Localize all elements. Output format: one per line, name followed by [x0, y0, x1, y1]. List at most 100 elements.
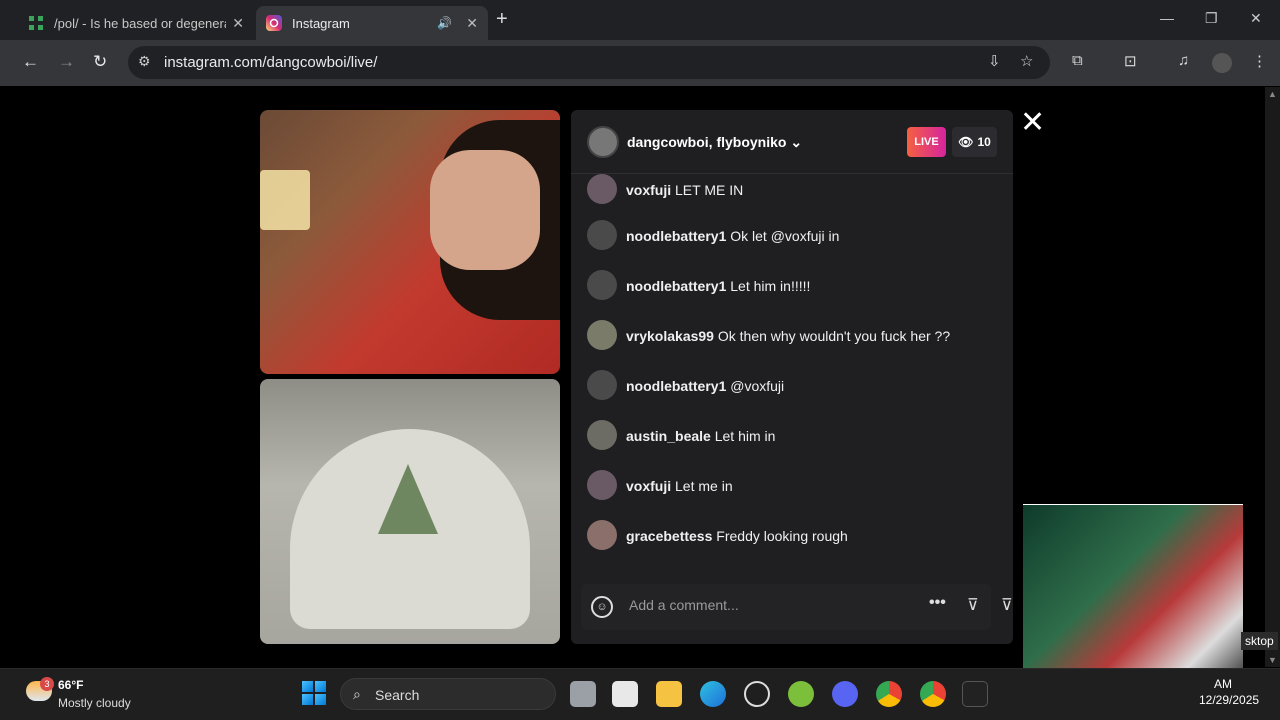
bookmark-star-icon[interactable]: ☆ — [1020, 52, 1033, 70]
comment-body: Let him in — [714, 428, 776, 444]
comment-text: austin_beale Let him in — [626, 428, 775, 444]
close-live-icon[interactable]: ✕ — [1020, 105, 1045, 140]
comment-username[interactable]: gracebettess — [626, 528, 712, 544]
more-options-icon[interactable]: ••• — [929, 594, 946, 612]
comment-username[interactable]: vrykolakas99 — [626, 328, 714, 344]
browser-tab-bar: /pol/ - Is he based or degenera ✕ Instag… — [0, 0, 1280, 40]
media-controls-icon[interactable]: ♫ — [1178, 52, 1189, 69]
comment-body: Let him in!!!!! — [730, 278, 811, 294]
emoji-icon[interactable]: ☺ — [591, 596, 613, 618]
commenter-avatar[interactable] — [587, 174, 617, 204]
restore-icon[interactable]: ❐ — [1205, 10, 1218, 27]
menu-icon[interactable]: ⋮ — [1252, 52, 1267, 70]
tab-title: /pol/ - Is he based or degenera — [54, 15, 227, 31]
address-bar[interactable]: ⚙ instagram.com/dangcowboi/live/ ⇩ ☆ — [128, 46, 1050, 79]
chatgpt-icon[interactable] — [744, 681, 770, 707]
comment-username[interactable]: austin_beale — [626, 428, 711, 444]
app-icon[interactable] — [962, 681, 988, 707]
page-scrollbar[interactable]: ▲ ▼ — [1265, 87, 1280, 667]
close-window-icon[interactable]: ✕ — [1250, 10, 1262, 27]
windows-logo-pane — [315, 681, 326, 692]
task-view-icon[interactable] — [570, 681, 596, 707]
live-chat-panel: dangcowboi, flyboyniko ⌄ LIVE 👁 10 voxfuj… — [571, 110, 1013, 644]
host-avatar[interactable] — [587, 126, 619, 158]
notification-badge: 3 — [40, 677, 54, 691]
commenter-avatar[interactable] — [587, 320, 617, 350]
pol-favicon-icon — [28, 15, 44, 31]
weather-widget[interactable]: 3 66°F Mostly cloudy — [20, 675, 200, 715]
comment-text: voxfuji Let me in — [626, 478, 733, 494]
share-icon[interactable]: ⊽ — [1001, 595, 1013, 615]
comment-input[interactable] — [629, 597, 889, 613]
comment-username[interactable]: voxfuji — [626, 182, 671, 198]
edge-icon[interactable] — [700, 681, 726, 707]
clock-date[interactable]: 12/29/2025 — [1199, 693, 1259, 707]
chevron-down-icon[interactable]: ⌄ — [790, 134, 802, 150]
comment-row: austin_beale Let him in — [587, 420, 987, 452]
host-names-text: dangcowboi, flyboyniko — [627, 134, 787, 150]
comment-row: gracebettess Freddy looking rough — [587, 520, 987, 552]
comment-body: Let me in — [675, 478, 733, 494]
comment-username[interactable]: voxfuji — [626, 478, 671, 494]
comment-body: Ok then why wouldn't you fuck her ?? — [717, 328, 951, 344]
taskbar-search[interactable]: ⌕ Search — [340, 678, 556, 710]
commenter-avatar[interactable] — [587, 220, 617, 250]
utorrent-icon[interactable] — [788, 681, 814, 707]
comment-username[interactable]: noodlebattery1 — [626, 228, 726, 244]
store-icon[interactable] — [612, 681, 638, 707]
reload-icon[interactable]: ↻ — [93, 52, 107, 72]
comment-row: voxfuji Let me in — [587, 470, 987, 502]
tab-pol[interactable]: /pol/ - Is he based or degenera ✕ — [18, 6, 254, 40]
commenter-avatar[interactable] — [587, 370, 617, 400]
extensions-icon[interactable]: ⧉ — [1072, 52, 1083, 69]
host-video-1 — [260, 110, 560, 374]
speaker-icon[interactable]: 🔊 — [437, 16, 452, 30]
send-icon[interactable]: ⊽ — [967, 595, 979, 615]
comment-text: noodlebattery1 @voxfuji — [626, 378, 784, 394]
chrome-icon[interactable] — [876, 681, 902, 707]
search-icon: ⌕ — [353, 686, 361, 702]
comment-text: noodlebattery1 Ok let @voxfuji in — [626, 228, 839, 244]
comment-body: LET ME IN — [675, 182, 744, 198]
tab-instagram[interactable]: Instagram 🔊 ✕ — [256, 6, 488, 40]
commenter-avatar[interactable] — [587, 470, 617, 500]
comment-text: vrykolakas99 Ok then why wouldn't you fu… — [626, 328, 950, 344]
file-explorer-icon[interactable] — [656, 681, 682, 707]
windows-logo-pane — [315, 694, 326, 705]
host-names[interactable]: dangcowboi, flyboyniko ⌄ — [627, 134, 802, 151]
live-header: dangcowboi, flyboyniko ⌄ LIVE 👁 10 — [571, 110, 1013, 174]
commenter-avatar[interactable] — [587, 520, 617, 550]
discord-icon[interactable] — [832, 681, 858, 707]
weather-temp: 66°F — [58, 678, 84, 692]
install-app-icon[interactable]: ⇩ — [988, 52, 1001, 70]
search-label: Search — [375, 687, 420, 703]
start-button[interactable] — [302, 681, 326, 705]
scroll-down-icon[interactable]: ▼ — [1268, 655, 1277, 665]
minimize-icon[interactable]: — — [1160, 10, 1174, 26]
commenter-avatar[interactable] — [587, 420, 617, 450]
forward-icon[interactable]: → — [58, 52, 75, 72]
comment-row: noodlebattery1 @voxfuji — [587, 370, 987, 402]
back-icon[interactable]: ← — [22, 52, 39, 72]
weather-desc: Mostly cloudy — [58, 696, 131, 710]
comment-body: @voxfuji — [730, 378, 785, 394]
profile-avatar[interactable] — [1212, 53, 1232, 73]
chrome-profile-icon[interactable] — [920, 681, 946, 707]
comment-username[interactable]: noodlebattery1 — [626, 278, 726, 294]
comment-row: voxfuji LET ME IN — [587, 174, 987, 206]
close-tab-icon[interactable]: ✕ — [466, 15, 478, 32]
url-text: instagram.com/dangcowboi/live/ — [164, 54, 378, 71]
close-tab-icon[interactable]: ✕ — [232, 15, 244, 32]
desktop-tooltip: sktop — [1241, 632, 1278, 650]
clock-time[interactable]: AM — [1214, 677, 1232, 691]
face-shape — [430, 150, 540, 270]
commenter-avatar[interactable] — [587, 270, 617, 300]
comment-username[interactable]: noodlebattery1 — [626, 378, 726, 394]
tab-search-icon[interactable]: ⊡ — [1124, 52, 1137, 70]
windows-logo-pane — [302, 681, 313, 692]
new-tab-button[interactable]: + — [496, 8, 508, 31]
site-info-icon[interactable]: ⚙ — [138, 53, 151, 70]
tab-title: Instagram — [292, 15, 350, 31]
scroll-up-icon[interactable]: ▲ — [1268, 89, 1277, 99]
live-badge: LIVE — [907, 127, 946, 157]
